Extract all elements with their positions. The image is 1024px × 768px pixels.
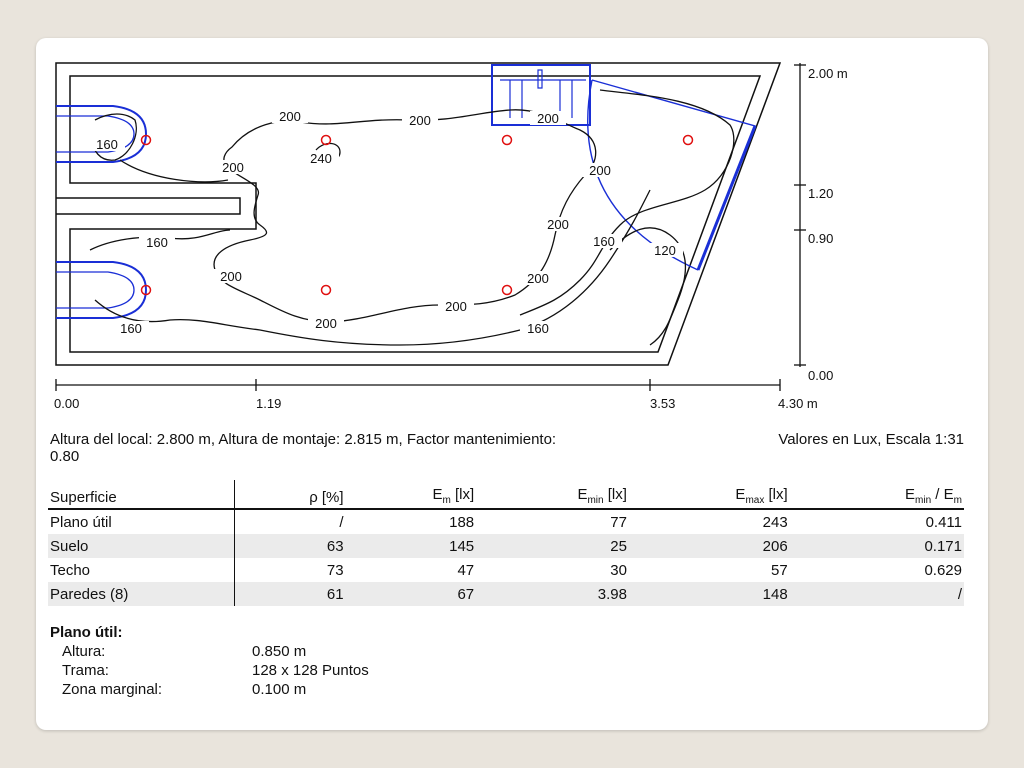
scale-note: Valores en Lux, Escala 1:31 [778, 431, 964, 448]
x-tick-label: 3.53 [650, 396, 675, 411]
table-row: Techo 73 47 30 57 0.629 [48, 558, 964, 582]
svg-text:200: 200 [527, 271, 549, 286]
col-ratio: Emin / Em [789, 480, 964, 510]
x-tick-label: 0.00 [54, 396, 79, 411]
isolux-contours [89, 89, 735, 346]
col-em: Em [lx] [345, 480, 477, 510]
contour-label: 160 [586, 234, 622, 249]
col-superficie: Superficie [48, 480, 235, 510]
y-tick-label: 0.00 [808, 368, 833, 383]
col-emin: Emin [lx] [476, 480, 629, 510]
luminaire-marker [501, 134, 513, 146]
contour-label: 200 [308, 316, 344, 331]
contour-label: 200 [215, 160, 251, 175]
svg-text:200: 200 [409, 113, 431, 128]
svg-text:200: 200 [547, 217, 569, 232]
x-scale: 0.00 1.19 3.53 4.30 m [54, 379, 818, 411]
contour-label: 160 [113, 321, 149, 336]
room-walls [55, 62, 782, 366]
svg-text:160: 160 [146, 235, 168, 250]
svg-text:200: 200 [537, 111, 559, 126]
svg-text:200: 200 [315, 316, 337, 331]
contour-label: 200 [520, 271, 556, 286]
svg-text:160: 160 [527, 321, 549, 336]
svg-text:240: 240 [310, 151, 332, 166]
luminaire-marker [320, 284, 332, 296]
contour-label: 200 [438, 299, 474, 314]
x-tick-label: 1.19 [256, 396, 281, 411]
room-parameters: Altura del local: 2.800 m, Altura de mon… [50, 431, 557, 465]
plano-row: Altura: 0.850 m [62, 643, 307, 660]
svg-text:160: 160 [593, 234, 615, 249]
plano-row: Zona marginal: 0.100 m [62, 681, 307, 698]
table-row: Plano útil / 188 77 243 0.411 [48, 509, 964, 534]
contour-label: 200 [213, 269, 249, 284]
y-tick-label: 1.20 [808, 186, 833, 201]
contour-label: 160 [520, 321, 556, 336]
blue-fixtures [56, 64, 757, 319]
y-scale: 2.00 m 1.20 0.90 0.00 [794, 63, 848, 383]
contour-label: 160 [89, 137, 125, 152]
luminaire-marker [501, 284, 513, 296]
luminaire-marker [682, 134, 694, 146]
table-row: Paredes (8) 61 67 3.98 148 / [48, 582, 964, 606]
svg-text:200: 200 [445, 299, 467, 314]
results-table: Superficie ρ [%] Em [lx] Emin [lx] Emax … [48, 480, 964, 606]
contour-label: 160 [139, 235, 175, 250]
contour-label: 200 [540, 217, 576, 232]
y-tick-label: 0.90 [808, 231, 833, 246]
contour-label: 200 [582, 163, 618, 178]
svg-text:120: 120 [654, 243, 676, 258]
svg-text:200: 200 [220, 269, 242, 284]
plano-title: Plano útil: [50, 624, 123, 641]
svg-text:200: 200 [589, 163, 611, 178]
svg-text:160: 160 [120, 321, 142, 336]
table-row: Suelo 63 145 25 206 0.171 [48, 534, 964, 558]
svg-text:200: 200 [279, 109, 301, 124]
y-tick-label: 2.00 m [808, 66, 848, 81]
table-header-row: Superficie ρ [%] Em [lx] Emin [lx] Emax … [48, 480, 964, 510]
contour-label: 240 [303, 151, 339, 166]
col-rho: ρ [%] [234, 480, 346, 510]
contour-label: 120 [647, 243, 683, 258]
col-emax: Emax [lx] [628, 480, 790, 510]
plano-row: Trama: 128 x 128 Puntos [62, 662, 369, 679]
contour-label: 200 [530, 111, 566, 126]
svg-text:160: 160 [96, 137, 118, 152]
contour-label: 200 [402, 113, 438, 128]
floor-plan-isolux: 200 200 200 240 200 160 200 200 160 120 … [54, 62, 848, 411]
contour-label: 200 [272, 109, 308, 124]
plano-util-details: Plano útil: Altura: 0.850 m Trama: 128 x 1… [50, 623, 369, 699]
svg-text:200: 200 [222, 160, 244, 175]
x-tick-label: 4.30 m [778, 396, 818, 411]
